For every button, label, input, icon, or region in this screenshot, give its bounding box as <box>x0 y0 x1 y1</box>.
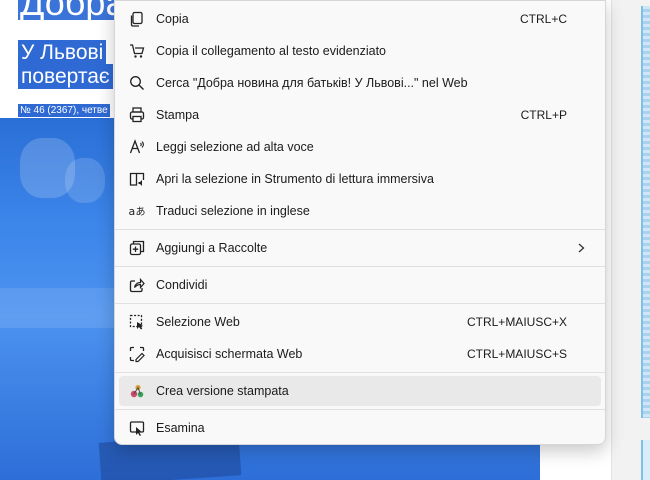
menu-item-label: Cerca "Добра новина для батьків! У Львов… <box>156 76 468 90</box>
menu-item-label: Aggiungi a Raccolte <box>156 241 268 255</box>
menu-item-label: Acquisisci schermata Web <box>156 347 303 361</box>
menu-item-shortcut: CTRL+MAIUSC+X <box>466 315 567 329</box>
translate-icon: aあ <box>128 202 146 220</box>
context-menu: Copia CTRL+C Copia il collegamento al te… <box>114 0 606 445</box>
menu-item-label: Copia <box>156 12 189 26</box>
menu-item-label: Copia il collegamento al testo evidenzia… <box>156 44 386 58</box>
read-aloud-icon <box>128 138 146 156</box>
menu-item-share[interactable]: Condividi <box>119 270 601 300</box>
menu-item-label: Stampa <box>156 108 200 122</box>
printer-icon <box>128 106 146 124</box>
print-version-icon <box>128 382 146 400</box>
menu-item-label: Condividi <box>156 278 208 292</box>
menu-item-web-select[interactable]: Selezione Web CTRL+MAIUSC+X <box>119 307 601 337</box>
menu-item-copy[interactable]: Copia CTRL+C <box>119 4 601 34</box>
menu-item-label: Crea versione stampata <box>156 384 289 398</box>
menu-separator <box>115 266 605 267</box>
menu-item-read-aloud[interactable]: Leggi selezione ad alta voce <box>119 132 601 162</box>
menu-item-shortcut: CTRL+C <box>519 12 567 26</box>
menu-item-shortcut: CTRL+MAIUSC+S <box>466 347 567 361</box>
menu-separator <box>115 372 605 373</box>
menu-item-print[interactable]: Stampa CTRL+P <box>119 100 601 130</box>
menu-item-print-version[interactable]: Crea versione stampata <box>119 376 601 406</box>
menu-item-label: Leggi selezione ad alta voce <box>156 140 314 154</box>
menu-separator <box>115 229 605 230</box>
menu-item-label: Selezione Web <box>156 315 240 329</box>
menu-item-web-screenshot[interactable]: Acquisisci schermata Web CTRL+MAIUSC+S <box>119 339 601 369</box>
svg-text:あ: あ <box>136 206 146 218</box>
link-cart-icon <box>128 42 146 60</box>
search-icon <box>128 74 146 92</box>
menu-separator <box>115 303 605 304</box>
article-meta: № 46 (2367), четве <box>18 104 110 117</box>
article-title[interactable]: Добра <box>18 0 128 21</box>
inspect-icon <box>128 419 146 437</box>
copy-icon <box>128 10 146 28</box>
web-select-icon <box>128 313 146 331</box>
article-subtitle-line1[interactable]: У Львові <box>18 40 107 65</box>
menu-item-label: Traduci selezione in inglese <box>156 204 310 218</box>
chevron-right-icon <box>575 241 587 255</box>
share-icon <box>128 276 146 294</box>
menu-item-shortcut: CTRL+P <box>520 108 567 122</box>
menu-separator <box>115 409 605 410</box>
decorative-strip <box>641 6 650 418</box>
screenshot-icon <box>128 345 146 363</box>
menu-item-copy-link[interactable]: Copia il collegamento al testo evidenzia… <box>119 36 601 66</box>
collections-icon <box>128 239 146 257</box>
menu-item-translate[interactable]: aあ Traduci selezione in inglese <box>119 196 601 226</box>
menu-item-label: Esamina <box>156 421 205 435</box>
menu-item-add-collections[interactable]: Aggiungi a Raccolte <box>119 233 601 263</box>
decorative-strip-bottom <box>641 440 650 480</box>
menu-item-label: Apri la selezione in Strumento di lettur… <box>156 172 434 186</box>
immersive-reader-icon <box>128 170 146 188</box>
menu-item-search-web[interactable]: Cerca "Добра новина для батьків! У Львов… <box>119 68 601 98</box>
menu-item-inspect[interactable]: Esamina <box>119 413 601 443</box>
svg-text:a: a <box>129 205 136 218</box>
article-subtitle-line2[interactable]: повертає <box>18 64 113 89</box>
menu-item-immersive-reader[interactable]: Apri la selezione in Strumento di lettur… <box>119 164 601 194</box>
